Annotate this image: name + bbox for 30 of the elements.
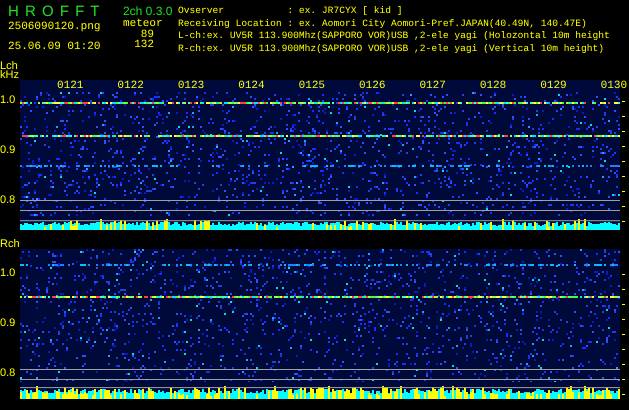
time-label: 0125 xyxy=(298,80,326,92)
y-tick-label: 0.8 xyxy=(0,367,16,379)
time-label: 0129 xyxy=(540,80,567,92)
info-line: R-ch:ex. UV5R 113.900Mhz(SAPPORO VOR)USB ,2-ele yagi (Vertical 10m height) xyxy=(178,42,606,55)
y-tick-label: 0.9 xyxy=(0,317,16,329)
app-version: 2ch 0.3.0 xyxy=(123,5,172,18)
info-line: Ovserver : ex. JR7CYX [ kid ] xyxy=(178,5,404,18)
time-label: 0124 xyxy=(238,80,265,92)
y-tick-label: 0.9 xyxy=(0,144,16,156)
time-label: 0130 xyxy=(600,80,628,92)
time-label: 0123 xyxy=(178,80,204,92)
time-label: 0121 xyxy=(57,80,84,92)
y-tick-label: 1.0 xyxy=(0,267,16,279)
timestamp: 25.06.09 01:20 xyxy=(8,41,102,53)
app-title: H R O F F T xyxy=(8,3,100,21)
channel-label: Lch xyxy=(0,62,18,71)
info-line: Receiving Location : ex. Aomori City Aomori-Pref.JAPAN(40.49N, 140.47E) xyxy=(178,18,588,30)
time-label: 0127 xyxy=(419,80,446,92)
time-label: 0122 xyxy=(117,80,144,92)
y-tick-label: 1.0 xyxy=(0,94,16,106)
info-line: L-ch:ex. UV5R 113.900Mhz(SAPPORO VOR)USB ,2-ele yagi (Holozontal 10m height xyxy=(178,30,610,42)
time-label: 0126 xyxy=(359,80,386,92)
file-name: 2506090120.png xyxy=(8,21,102,33)
channel-label: Rch xyxy=(0,240,21,249)
meteor-count: 132 xyxy=(133,40,155,50)
unit-label: kHz xyxy=(0,71,20,80)
time-label: 0128 xyxy=(480,80,506,92)
meteor-count: 89 xyxy=(140,30,155,40)
y-tick-label: 0.8 xyxy=(0,194,16,206)
meteor-label: meteor xyxy=(123,18,163,30)
